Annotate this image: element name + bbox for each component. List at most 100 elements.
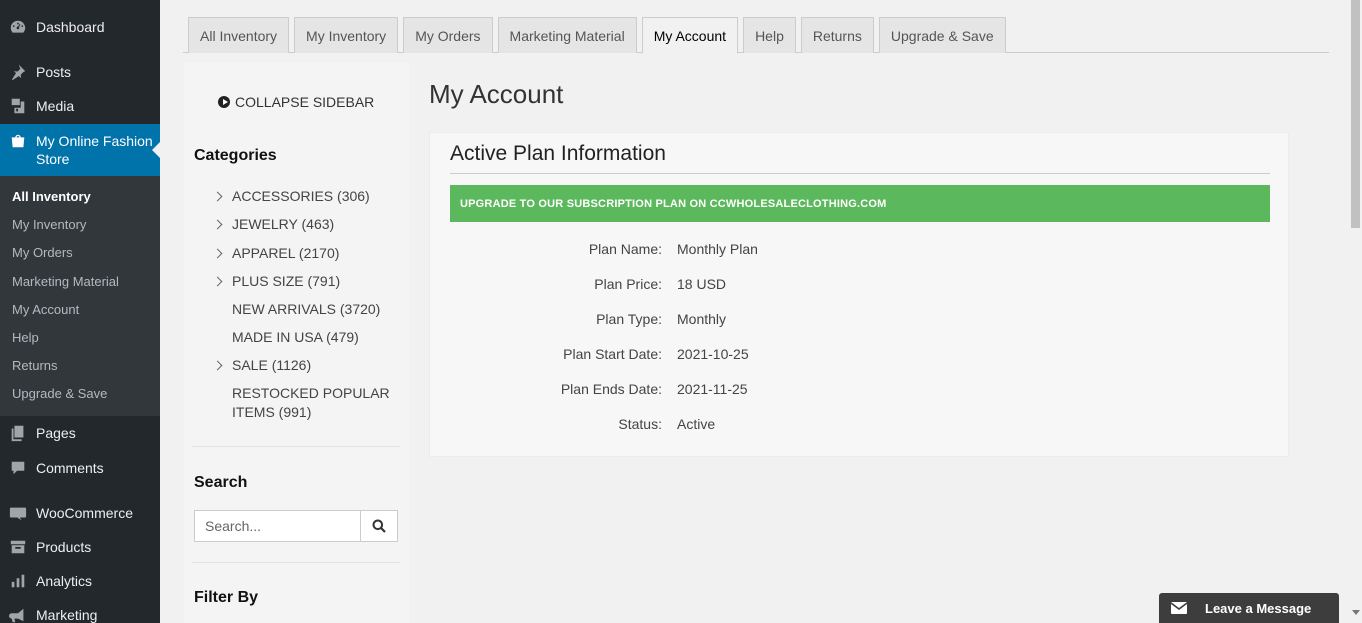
submenu-all-inventory[interactable]: All Inventory xyxy=(0,183,160,211)
menu-dashboard-label: Dashboard xyxy=(36,19,105,35)
tab-help[interactable]: Help xyxy=(743,17,796,53)
menu-pages[interactable]: Pages xyxy=(0,416,160,450)
store-icon xyxy=(0,132,36,150)
archive-icon xyxy=(0,538,36,556)
divider xyxy=(450,173,1270,174)
upgrade-banner[interactable]: UPGRADE TO OUR SUBSCRIPTION PLAN ON CCWH… xyxy=(450,185,1270,222)
search-button[interactable] xyxy=(360,511,397,541)
media-icon xyxy=(0,97,36,115)
category-jewelry[interactable]: JEWELRY (463) xyxy=(232,215,402,234)
plan-row-start-date: Plan Start Date: 2021-10-25 xyxy=(430,346,1290,366)
search-input[interactable] xyxy=(195,511,360,541)
category-apparel[interactable]: APPAREL (2170) xyxy=(232,244,402,263)
plan-value: Monthly Plan xyxy=(677,241,758,257)
category-sale[interactable]: SALE (1126) xyxy=(232,356,402,375)
search-icon xyxy=(372,519,386,533)
woo-icon xyxy=(0,504,36,522)
tab-my-orders[interactable]: My Orders xyxy=(403,17,493,53)
tab-marketing-material[interactable]: Marketing Material xyxy=(497,17,637,53)
tab-upgrade-save[interactable]: Upgrade & Save xyxy=(878,17,1006,53)
submenu-my-account[interactable]: My Account xyxy=(0,296,160,324)
menu-media-label: Media xyxy=(36,98,75,114)
plan-row-end-date: Plan Ends Date: 2021-11-25 xyxy=(430,381,1290,401)
envelope-icon xyxy=(1165,593,1193,623)
category-plus-size[interactable]: PLUS SIZE (791) xyxy=(232,272,402,291)
tab-my-account[interactable]: My Account xyxy=(641,17,739,54)
plan-label: Plan Type: xyxy=(596,311,662,327)
tab-returns[interactable]: Returns xyxy=(800,17,874,53)
category-restocked-popular-items[interactable]: RESTOCKED POPULAR ITEMS (991) xyxy=(232,384,397,422)
plan-row-status: Status: Active xyxy=(430,416,1290,436)
menu-dashboard[interactable]: Dashboard xyxy=(0,10,160,44)
menu-pages-label: Pages xyxy=(36,425,76,441)
collapse-sidebar-label: COLLAPSE SIDEBAR xyxy=(235,94,375,110)
submenu-marketing-material[interactable]: Marketing Material xyxy=(0,268,160,296)
menu-comments[interactable]: Comments xyxy=(0,451,160,485)
menu-products[interactable]: Products xyxy=(0,530,160,564)
submenu-help[interactable]: Help xyxy=(0,324,160,352)
card-title: Active Plan Information xyxy=(450,142,666,165)
plan-label: Status: xyxy=(618,416,662,432)
scrollbar-thumb[interactable] xyxy=(1351,0,1360,228)
search-heading: Search xyxy=(194,474,248,491)
dashboard-icon xyxy=(0,18,36,36)
categories-heading: Categories xyxy=(194,147,277,164)
comment-icon xyxy=(0,459,36,477)
menu-woocommerce-label: WooCommerce xyxy=(36,505,133,521)
store-submenu: All Inventory My Inventory My Orders Mar… xyxy=(0,176,160,416)
pages-icon xyxy=(0,424,36,442)
store-sidebar: COLLAPSE SIDEBAR Categories ACCESSORIES … xyxy=(184,63,409,623)
leave-message-widget[interactable]: Leave a Message xyxy=(1159,593,1339,623)
active-plan-card: Active Plan Information UPGRADE TO OUR S… xyxy=(429,132,1289,457)
bar-chart-icon xyxy=(0,572,36,590)
tab-my-inventory[interactable]: My Inventory xyxy=(294,17,399,53)
chevron-right-icon[interactable] xyxy=(212,248,223,259)
plan-label: Plan Ends Date: xyxy=(560,381,662,397)
category-accessories[interactable]: ACCESSORIES (306) xyxy=(232,187,402,206)
chevron-right-icon[interactable] xyxy=(212,360,223,371)
plan-value: 18 USD xyxy=(677,276,727,292)
submenu-my-orders[interactable]: My Orders xyxy=(0,239,160,267)
plan-label: Plan Price: xyxy=(594,276,662,292)
tab-all-inventory[interactable]: All Inventory xyxy=(188,17,290,53)
category-new-arrivals[interactable]: NEW ARRIVALS (3720) xyxy=(232,300,402,319)
page-scrollbar[interactable] xyxy=(1349,0,1362,623)
divider xyxy=(192,446,400,447)
menu-marketing[interactable]: Marketing xyxy=(0,598,160,623)
scroll-down-arrow-icon[interactable] xyxy=(1352,610,1360,615)
page-title: My Account xyxy=(429,79,564,109)
submenu-my-inventory[interactable]: My Inventory xyxy=(0,211,160,239)
plan-label: Plan Start Date: xyxy=(563,346,662,362)
plan-value: 2021-10-25 xyxy=(677,346,749,362)
megaphone-icon xyxy=(0,606,36,623)
menu-my-online-fashion-store[interactable]: My Online Fashion Store xyxy=(0,124,160,176)
chevron-right-icon[interactable] xyxy=(212,276,223,287)
chevron-right-icon[interactable] xyxy=(212,191,223,202)
menu-media[interactable]: Media xyxy=(0,89,160,123)
pin-icon xyxy=(0,63,36,81)
collapse-sidebar-button[interactable]: COLLAPSE SIDEBAR xyxy=(218,94,374,110)
menu-analytics[interactable]: Analytics xyxy=(0,564,160,598)
menu-woocommerce[interactable]: WooCommerce xyxy=(0,496,160,530)
plan-value: 2021-11-25 xyxy=(677,381,748,397)
submenu-upgrade-save[interactable]: Upgrade & Save xyxy=(0,380,160,408)
menu-posts[interactable]: Posts xyxy=(0,55,160,89)
plan-value: Active xyxy=(677,416,716,432)
menu-store-label: My Online Fashion Store xyxy=(36,133,153,167)
plan-row-name: Plan Name: Monthly Plan xyxy=(430,241,1290,261)
menu-posts-label: Posts xyxy=(36,64,72,80)
menu-marketing-label: Marketing xyxy=(36,607,98,623)
category-made-in-usa[interactable]: MADE IN USA (479) xyxy=(232,328,402,347)
menu-comments-label: Comments xyxy=(36,460,104,476)
divider xyxy=(192,562,400,563)
plan-value: Monthly xyxy=(677,311,727,327)
tab-bar: All Inventory My Inventory My Orders Mar… xyxy=(183,17,1329,54)
plan-row-price: Plan Price: 18 USD xyxy=(430,276,1290,296)
menu-products-label: Products xyxy=(36,539,92,555)
plan-row-type: Plan Type: Monthly xyxy=(430,311,1290,331)
plan-label: Plan Name: xyxy=(588,241,662,257)
filter-by-heading: Filter By xyxy=(194,589,259,606)
current-menu-arrow xyxy=(152,142,160,158)
chevron-right-icon[interactable] xyxy=(212,219,223,230)
submenu-returns[interactable]: Returns xyxy=(0,352,160,380)
